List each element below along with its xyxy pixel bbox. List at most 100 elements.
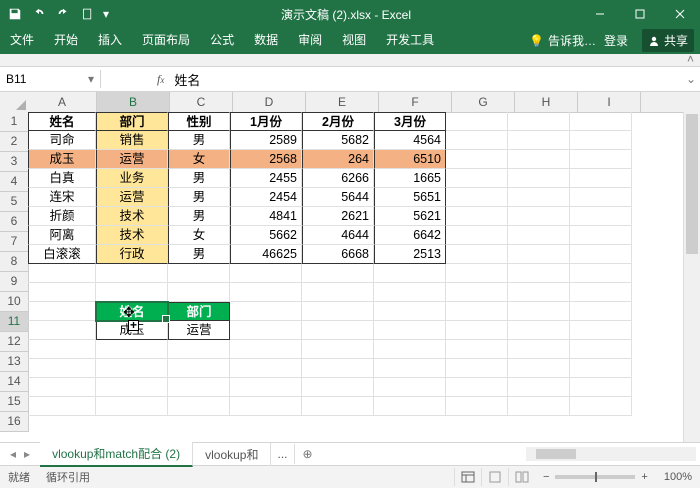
cell-G11[interactable] bbox=[446, 302, 508, 321]
cell-B8[interactable]: 行政 bbox=[96, 245, 168, 264]
cell-E16[interactable] bbox=[302, 397, 374, 416]
row-header-15[interactable]: 15 bbox=[0, 392, 28, 412]
cell-H7[interactable] bbox=[508, 226, 570, 245]
row-header-14[interactable]: 14 bbox=[0, 372, 28, 392]
cell-C11[interactable]: 部门 bbox=[168, 302, 230, 321]
cell-I12[interactable] bbox=[570, 321, 632, 340]
cell-G12[interactable] bbox=[446, 321, 508, 340]
save-icon[interactable] bbox=[4, 3, 26, 25]
row-header-4[interactable]: 4 bbox=[0, 172, 28, 192]
cell-D13[interactable] bbox=[230, 340, 302, 359]
cell-H12[interactable] bbox=[508, 321, 570, 340]
cell-A6[interactable]: 折颜 bbox=[28, 207, 96, 226]
cell-G15[interactable] bbox=[446, 378, 508, 397]
cell-C8[interactable]: 男 bbox=[168, 245, 230, 264]
cell-G16[interactable] bbox=[446, 397, 508, 416]
cell-D5[interactable]: 2454 bbox=[230, 188, 302, 207]
cell-C2[interactable]: 男 bbox=[168, 131, 230, 150]
ribbon-collapse-icon[interactable]: ˄ bbox=[687, 52, 694, 66]
qat-dropdown-icon[interactable]: ▾ bbox=[100, 3, 112, 25]
cell-D3[interactable]: 2568 bbox=[230, 150, 302, 169]
horizontal-scrollbar[interactable] bbox=[526, 447, 696, 461]
cell-B4[interactable]: 业务 bbox=[96, 169, 168, 188]
cell-H3[interactable] bbox=[508, 150, 570, 169]
sheet-tab-active[interactable]: vlookup和match配合 (2) bbox=[40, 442, 193, 467]
tab-file[interactable]: 文件 bbox=[0, 26, 44, 54]
cell-H5[interactable] bbox=[508, 188, 570, 207]
cell-C6[interactable]: 男 bbox=[168, 207, 230, 226]
select-all-corner[interactable] bbox=[0, 92, 29, 113]
cell-A15[interactable] bbox=[28, 378, 96, 397]
col-header-I[interactable]: I bbox=[578, 92, 641, 112]
row-header-6[interactable]: 6 bbox=[0, 212, 28, 232]
cell-I8[interactable] bbox=[570, 245, 632, 264]
cell-F6[interactable]: 5621 bbox=[374, 207, 446, 226]
cell-B16[interactable] bbox=[96, 397, 168, 416]
close-button[interactable] bbox=[660, 0, 700, 28]
row-header-5[interactable]: 5 bbox=[0, 192, 28, 212]
col-header-C[interactable]: C bbox=[170, 92, 233, 112]
tab-layout[interactable]: 页面布局 bbox=[132, 26, 200, 54]
cell-G13[interactable] bbox=[446, 340, 508, 359]
new-icon[interactable] bbox=[76, 3, 98, 25]
row-header-9[interactable]: 9 bbox=[0, 272, 28, 292]
cell-D2[interactable]: 2589 bbox=[230, 131, 302, 150]
cell-B13[interactable] bbox=[96, 340, 168, 359]
zoom-level[interactable]: 100% bbox=[656, 471, 700, 483]
cell-F8[interactable]: 2513 bbox=[374, 245, 446, 264]
cell-C16[interactable] bbox=[168, 397, 230, 416]
sheet-nav-last-icon[interactable]: ▸ bbox=[24, 447, 30, 461]
cell-F14[interactable] bbox=[374, 359, 446, 378]
cell-B9[interactable] bbox=[96, 264, 168, 283]
row-header-10[interactable]: 10 bbox=[0, 292, 28, 312]
cell-I9[interactable] bbox=[570, 264, 632, 283]
row-header-7[interactable]: 7 bbox=[0, 232, 28, 252]
sheet-tab-more[interactable]: ... bbox=[271, 444, 294, 464]
cell-I14[interactable] bbox=[570, 359, 632, 378]
cell-C3[interactable]: 女 bbox=[168, 150, 230, 169]
cell-E14[interactable] bbox=[302, 359, 374, 378]
cell-B11[interactable]: 姓名 bbox=[96, 302, 168, 321]
cell-G2[interactable] bbox=[446, 131, 508, 150]
vertical-scrollbar[interactable] bbox=[683, 112, 700, 442]
cell-I4[interactable] bbox=[570, 169, 632, 188]
cell-D11[interactable] bbox=[230, 302, 302, 321]
view-pagelayout-icon[interactable] bbox=[481, 468, 508, 486]
cell-C1[interactable]: 性别 bbox=[168, 112, 230, 131]
cell-H6[interactable] bbox=[508, 207, 570, 226]
cell-E15[interactable] bbox=[302, 378, 374, 397]
cell-H1[interactable] bbox=[508, 112, 570, 131]
cell-G10[interactable] bbox=[446, 283, 508, 302]
signin-link[interactable]: 登录 bbox=[596, 27, 636, 54]
cell-F2[interactable]: 4564 bbox=[374, 131, 446, 150]
cell-E5[interactable]: 5644 bbox=[302, 188, 374, 207]
cell-A9[interactable] bbox=[28, 264, 96, 283]
cell-F11[interactable] bbox=[374, 302, 446, 321]
cell-A12[interactable] bbox=[28, 321, 96, 340]
cell-E12[interactable] bbox=[302, 321, 374, 340]
cell-I3[interactable] bbox=[570, 150, 632, 169]
cell-C15[interactable] bbox=[168, 378, 230, 397]
cell-D1[interactable]: 1月份 bbox=[230, 112, 302, 131]
cell-E4[interactable]: 6266 bbox=[302, 169, 374, 188]
cell-A14[interactable] bbox=[28, 359, 96, 378]
cell-A13[interactable] bbox=[28, 340, 96, 359]
maximize-button[interactable] bbox=[620, 0, 660, 28]
sheet-nav-first-icon[interactable]: ◂ bbox=[10, 447, 16, 461]
cell-F4[interactable]: 1665 bbox=[374, 169, 446, 188]
cell-G1[interactable] bbox=[446, 112, 508, 131]
cell-B12[interactable]: 成玉 bbox=[96, 321, 168, 340]
zoom-slider[interactable] bbox=[555, 475, 635, 479]
cell-G7[interactable] bbox=[446, 226, 508, 245]
cell-E2[interactable]: 5682 bbox=[302, 131, 374, 150]
add-sheet-button[interactable]: ⊕ bbox=[295, 447, 321, 461]
cell-D6[interactable]: 4841 bbox=[230, 207, 302, 226]
cell-I11[interactable] bbox=[570, 302, 632, 321]
cell-A8[interactable]: 白滚滚 bbox=[28, 245, 96, 264]
cell-F7[interactable]: 6642 bbox=[374, 226, 446, 245]
cell-H13[interactable] bbox=[508, 340, 570, 359]
cell-B3[interactable]: 运营 bbox=[96, 150, 168, 169]
cell-C13[interactable] bbox=[168, 340, 230, 359]
cell-B2[interactable]: 销售 bbox=[96, 131, 168, 150]
cell-C7[interactable]: 女 bbox=[168, 226, 230, 245]
